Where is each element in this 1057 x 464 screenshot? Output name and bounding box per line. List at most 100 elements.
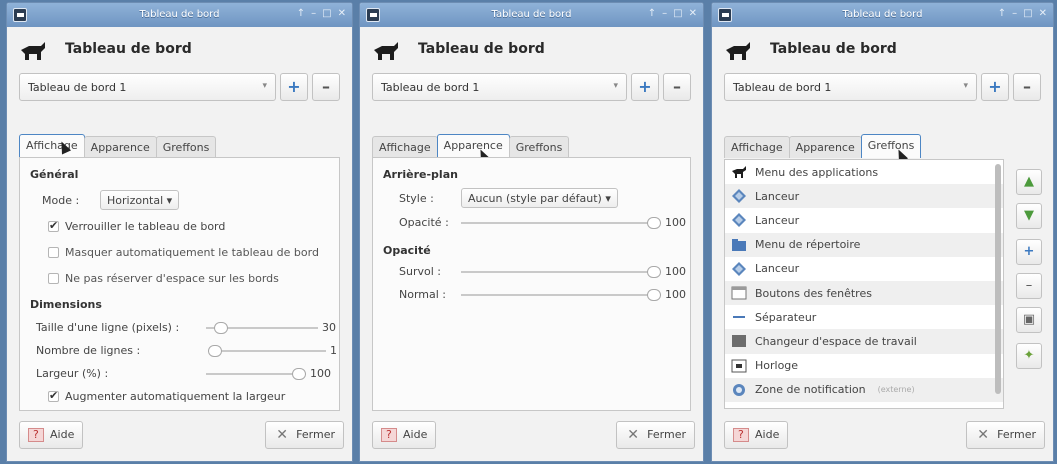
window-controls: ↑ – □ ✕ bbox=[648, 8, 697, 19]
remove-panel-button[interactable]: – bbox=[663, 73, 691, 101]
close-button[interactable]: ✕ Fermer bbox=[265, 421, 344, 449]
remove-panel-button[interactable]: – bbox=[1013, 73, 1041, 101]
width-value: 100 bbox=[310, 367, 331, 380]
close-icon[interactable]: ✕ bbox=[338, 8, 346, 19]
hover-label: Survol : bbox=[399, 265, 441, 278]
hover-opacity-slider[interactable] bbox=[461, 266, 661, 278]
chevron-down-icon: ▾ bbox=[605, 192, 611, 205]
tab-plugins[interactable]: Greffons bbox=[155, 136, 217, 158]
remove-panel-button[interactable]: – bbox=[312, 73, 340, 101]
minus-icon: – bbox=[1025, 278, 1033, 293]
close-icon[interactable]: ✕ bbox=[1039, 8, 1047, 19]
add-panel-button[interactable]: + bbox=[280, 73, 308, 101]
close-x-icon: ✕ bbox=[276, 427, 289, 443]
title-bar[interactable]: Tableau de bord ↑ – □ ✕ bbox=[712, 3, 1053, 27]
tab-plugins[interactable]: Greffons bbox=[860, 134, 922, 158]
list-item[interactable]: Horloge bbox=[725, 354, 1003, 378]
panel-selector-combo[interactable]: Tableau de bord 1 ▾ bbox=[724, 73, 977, 101]
tab-appearance[interactable]: Apparence bbox=[83, 136, 157, 158]
panel-app-icon bbox=[21, 42, 45, 60]
chevron-down-icon: ▾ bbox=[262, 81, 267, 91]
tab-display[interactable]: Affichage bbox=[372, 136, 438, 158]
properties-icon: ▣ bbox=[1022, 312, 1036, 327]
add-plugin-button[interactable]: + bbox=[1016, 239, 1042, 265]
list-scrollbar[interactable] bbox=[995, 164, 1001, 394]
appearance-tab-panel: Arrière-plan Style : Aucun (style par dé… bbox=[372, 157, 691, 411]
shade-icon[interactable]: ↑ bbox=[297, 8, 305, 19]
mode-dropdown[interactable]: Horizontal ▾ bbox=[100, 190, 180, 210]
maximize-icon[interactable]: □ bbox=[673, 8, 682, 19]
list-item[interactable]: Lanceur bbox=[725, 208, 1003, 232]
rows-label: Nombre de lignes : bbox=[36, 344, 141, 357]
help-icon bbox=[381, 428, 397, 442]
move-down-button[interactable]: ▼ bbox=[1016, 203, 1042, 229]
plugin-about-button[interactable]: ✦ bbox=[1016, 343, 1042, 369]
list-item[interactable]: Menu des applications bbox=[725, 160, 1003, 184]
remove-plugin-button[interactable]: – bbox=[1016, 273, 1042, 299]
launcher-icon bbox=[732, 261, 746, 276]
panel-selector-combo[interactable]: Tableau de bord 1 ▾ bbox=[19, 73, 276, 101]
row-size-slider[interactable] bbox=[206, 322, 318, 334]
title-bar[interactable]: Tableau de bord ↑ – □ ✕ bbox=[7, 3, 352, 27]
close-button[interactable]: ✕ Fermer bbox=[966, 421, 1045, 449]
list-item[interactable]: Lanceur bbox=[725, 184, 1003, 209]
minimize-icon[interactable]: – bbox=[662, 8, 667, 19]
style-dropdown[interactable]: Aucun (style par défaut) ▾ bbox=[461, 188, 618, 208]
plugin-properties-button[interactable]: ▣ bbox=[1016, 307, 1042, 333]
tab-display[interactable]: Affichage bbox=[19, 134, 85, 158]
shade-icon[interactable]: ↑ bbox=[648, 8, 656, 19]
minimize-icon[interactable]: – bbox=[1012, 8, 1017, 19]
add-panel-button[interactable]: + bbox=[631, 73, 659, 101]
background-opacity-slider[interactable] bbox=[461, 217, 661, 229]
tab-bar: Affichage Apparence Greffons bbox=[19, 134, 217, 158]
plugins-list[interactable]: Menu des applications Lanceur Lanceur Me… bbox=[724, 159, 1004, 409]
title-bar[interactable]: Tableau de bord ↑ – □ ✕ bbox=[360, 3, 703, 27]
separator-icon bbox=[733, 316, 745, 319]
background-opacity-label: Opacité : bbox=[399, 216, 449, 229]
move-up-button[interactable]: ▲ bbox=[1016, 169, 1042, 195]
star-icon: ✦ bbox=[1023, 348, 1035, 363]
list-item[interactable]: Lanceur bbox=[725, 257, 1003, 281]
opacity-heading: Opacité bbox=[383, 244, 431, 257]
tab-plugins[interactable]: Greffons bbox=[508, 136, 570, 158]
arrow-up-icon: ▲ bbox=[1024, 174, 1034, 189]
autohide-checkbox[interactable]: Masquer automatiquement le tableau de bo… bbox=[48, 246, 319, 259]
panel-app-icon bbox=[374, 42, 398, 60]
help-icon bbox=[733, 428, 749, 442]
tab-appearance[interactable]: Apparence bbox=[436, 134, 510, 158]
style-label: Style : bbox=[399, 192, 434, 205]
rows-slider[interactable] bbox=[208, 345, 326, 357]
width-slider[interactable] bbox=[206, 368, 306, 380]
general-heading: Général bbox=[30, 168, 79, 181]
no-reserve-space-checkbox[interactable]: Ne pas réserver d'espace sur les bords bbox=[48, 272, 279, 285]
launcher-icon bbox=[732, 189, 746, 204]
close-button[interactable]: ✕ Fermer bbox=[616, 421, 695, 449]
list-item[interactable]: Zone de notification (externe) bbox=[725, 377, 1003, 402]
tab-appearance[interactable]: Apparence bbox=[788, 136, 862, 158]
panel-selector-combo[interactable]: Tableau de bord 1 ▾ bbox=[372, 73, 627, 101]
help-button[interactable]: Aide bbox=[372, 421, 437, 449]
panel-preferences-window-plugins: Tableau de bord ↑ – □ ✕ Tableau de bord … bbox=[711, 2, 1054, 462]
list-item[interactable]: Boutons des fenêtres bbox=[725, 280, 1003, 306]
launcher-icon bbox=[732, 213, 746, 228]
lock-panel-checkbox[interactable]: Verrouiller le tableau de bord bbox=[48, 219, 225, 233]
dialog-title: Tableau de bord bbox=[418, 41, 545, 57]
tab-display[interactable]: Affichage bbox=[724, 136, 790, 158]
mode-label: Mode : bbox=[42, 194, 80, 207]
shade-icon[interactable]: ↑ bbox=[998, 8, 1006, 19]
add-panel-button[interactable]: + bbox=[981, 73, 1009, 101]
list-item[interactable]: Changeur d'espace de travail bbox=[725, 329, 1003, 354]
auto-width-checkbox[interactable]: Augmenter automatiquement la largeur bbox=[48, 389, 285, 403]
maximize-icon[interactable]: □ bbox=[1023, 8, 1032, 19]
width-label: Largeur (%) : bbox=[36, 367, 109, 380]
window-buttons-icon bbox=[731, 286, 747, 300]
list-item[interactable]: Séparateur bbox=[725, 305, 1003, 329]
minimize-icon[interactable]: – bbox=[311, 8, 316, 19]
maximize-icon[interactable]: □ bbox=[322, 8, 331, 19]
close-icon[interactable]: ✕ bbox=[689, 8, 697, 19]
normal-opacity-slider[interactable] bbox=[461, 289, 661, 301]
background-heading: Arrière-plan bbox=[383, 168, 458, 181]
list-item[interactable]: Menu de répertoire bbox=[725, 232, 1003, 257]
help-button[interactable]: Aide bbox=[724, 421, 789, 449]
help-button[interactable]: Aide bbox=[19, 421, 84, 449]
